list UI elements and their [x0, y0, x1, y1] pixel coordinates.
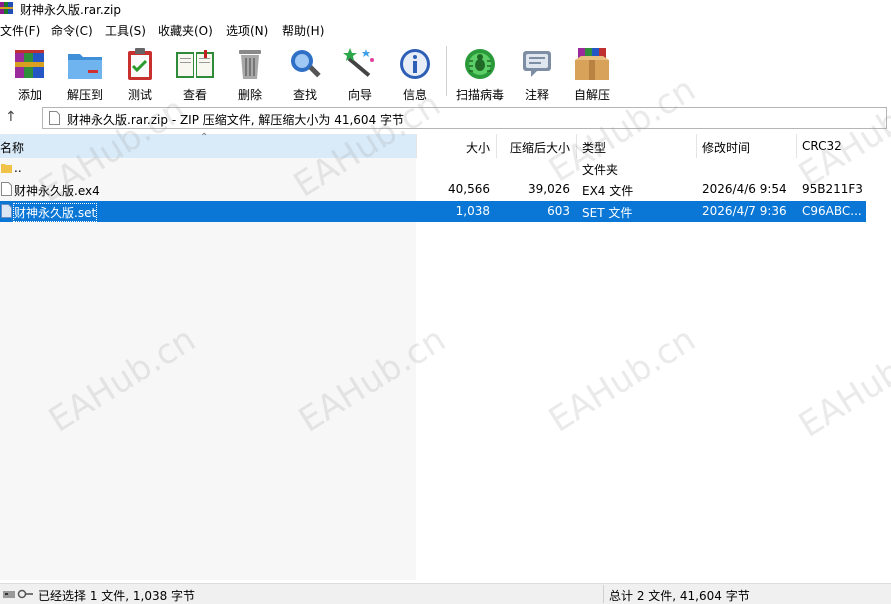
- clipboard-check-icon: [128, 48, 152, 80]
- open-book-icon: [176, 50, 214, 78]
- window-title: 财神永久版.rar.zip: [20, 3, 121, 17]
- status-bar: 已经选择 1 文件, 1,038 字节 总计 2 文件, 41,604 字节: [0, 583, 891, 604]
- up-arrow-icon[interactable]: ↑: [5, 109, 17, 125]
- extract-to-button[interactable]: 解压到: [60, 44, 110, 102]
- address-field[interactable]: 财神永久版.rar.zip - ZIP 压缩文件, 解压缩大小为 41,604 …: [42, 107, 887, 129]
- wizard-label: 向导: [347, 88, 372, 102]
- folder-icon: [1, 164, 12, 173]
- status-total: 总计 2 文件, 41,604 字节: [609, 589, 750, 603]
- file-icon: [1, 182, 12, 196]
- sfx-button[interactable]: 自解压: [567, 44, 617, 102]
- info-label: 信息: [402, 88, 427, 102]
- column-header-packed[interactable]: 压缩后大小: [496, 139, 570, 156]
- trash-can-icon: [239, 50, 261, 79]
- sort-ascending-icon: ⌃: [200, 132, 209, 143]
- info-button[interactable]: 信息: [390, 44, 440, 102]
- status-divider: [603, 585, 604, 603]
- menu-options[interactable]: 选项(N): [226, 22, 268, 39]
- column-header-modified[interactable]: 修改时间: [702, 139, 750, 156]
- comment-button[interactable]: 注释: [512, 44, 562, 102]
- file-packed-size: 39,026: [528, 182, 570, 196]
- file-packed-size: 603: [547, 204, 570, 218]
- address-text: 财神永久版.rar.zip - ZIP 压缩文件, 解压缩大小为 41,604 …: [67, 113, 405, 127]
- column-header-name[interactable]: 名称: [0, 139, 24, 156]
- file-list: .. 文件夹 财神永久版.ex4 40,566 39,026 EX4 文件 20…: [0, 158, 891, 580]
- file-name: 财神永久版.ex4: [14, 184, 100, 198]
- view-label: 查看: [182, 88, 207, 102]
- menu-favorites[interactable]: 收藏夹(O): [158, 22, 213, 39]
- menu-commands[interactable]: 命令(C): [51, 22, 93, 39]
- column-header-type[interactable]: 类型: [582, 139, 606, 156]
- wizard-button[interactable]: 向导: [335, 44, 385, 102]
- add-button[interactable]: 添加: [5, 44, 55, 102]
- file-size: 1,038: [455, 204, 490, 218]
- file-name: 财神永久版.set: [12, 203, 98, 222]
- magnifier-icon: [291, 50, 321, 78]
- file-row[interactable]: 财神永久版.ex4 40,566 39,026 EX4 文件 2026/4/6 …: [0, 179, 866, 200]
- title-bar: 财神永久版.rar.zip: [0, 0, 891, 18]
- virus-scan-label: 扫描病毒: [455, 88, 504, 102]
- file-modified: 2026/4/7 9:36: [702, 204, 787, 218]
- menu-file[interactable]: 文件(F): [0, 22, 40, 39]
- extract-to-label: 解压到: [66, 88, 103, 102]
- sfx-label: 自解压: [573, 88, 610, 102]
- file-crc: 95B211F3: [802, 182, 863, 196]
- sfx-box-icon: [575, 48, 609, 80]
- comment-label: 注释: [524, 88, 549, 102]
- magic-wand-icon: [343, 48, 374, 77]
- column-divider[interactable]: [796, 134, 797, 158]
- status-selection: 已经选择 1 文件, 1,038 字节: [38, 589, 196, 603]
- view-button[interactable]: 查看: [170, 44, 220, 102]
- file-icon: [1, 204, 12, 218]
- menu-help[interactable]: 帮助(H): [282, 22, 324, 39]
- column-header-size[interactable]: 大小: [416, 139, 490, 156]
- folder-extract-icon: [68, 54, 102, 79]
- find-label: 查找: [292, 88, 317, 102]
- file-icon: [49, 111, 60, 125]
- file-size: 40,566: [448, 182, 490, 196]
- comment-icon: [523, 51, 551, 77]
- drive-key-icons[interactable]: [2, 588, 34, 600]
- file-modified: 2026/4/6 9:54: [702, 182, 787, 196]
- winrar-app-icon: [0, 2, 13, 14]
- add-label: 添加: [17, 88, 42, 102]
- delete-label: 删除: [237, 88, 262, 102]
- menu-tools[interactable]: 工具(S): [105, 22, 146, 39]
- toolbar: 添加 解压到 测试 查看 删除 查找 向导 信息 扫描病毒 注释 自解压: [0, 40, 891, 102]
- menu-bar: 文件(F) 命令(C) 工具(S) 收藏夹(O) 选项(N) 帮助(H): [0, 20, 891, 40]
- file-name: ..: [14, 161, 22, 175]
- column-divider[interactable]: [576, 134, 577, 158]
- file-row-selected[interactable]: 财神永久版.set 1,038 603 SET 文件 2026/4/7 9:36…: [0, 201, 866, 222]
- file-crc: C96ABC...: [802, 204, 862, 218]
- virus-scan-button[interactable]: 扫描病毒: [453, 44, 507, 102]
- file-type: SET 文件: [582, 206, 633, 220]
- toolbar-separator: [446, 46, 447, 96]
- test-button[interactable]: 测试: [115, 44, 165, 102]
- find-button[interactable]: 查找: [280, 44, 330, 102]
- virus-scan-icon: [465, 49, 495, 79]
- column-headers: ⌃ 名称 大小 压缩后大小 类型 修改时间 CRC32: [0, 132, 891, 158]
- column-divider[interactable]: [696, 134, 697, 158]
- file-type: EX4 文件: [582, 184, 634, 198]
- books-add-icon: [15, 50, 44, 78]
- file-row-parent[interactable]: .. 文件夹: [0, 158, 866, 179]
- test-label: 测试: [127, 88, 152, 102]
- delete-button[interactable]: 删除: [225, 44, 275, 102]
- info-icon: [400, 49, 430, 79]
- file-type: 文件夹: [582, 163, 619, 177]
- address-bar: ↑ 财神永久版.rar.zip - ZIP 压缩文件, 解压缩大小为 41,60…: [0, 105, 891, 133]
- column-header-crc[interactable]: CRC32: [802, 139, 842, 153]
